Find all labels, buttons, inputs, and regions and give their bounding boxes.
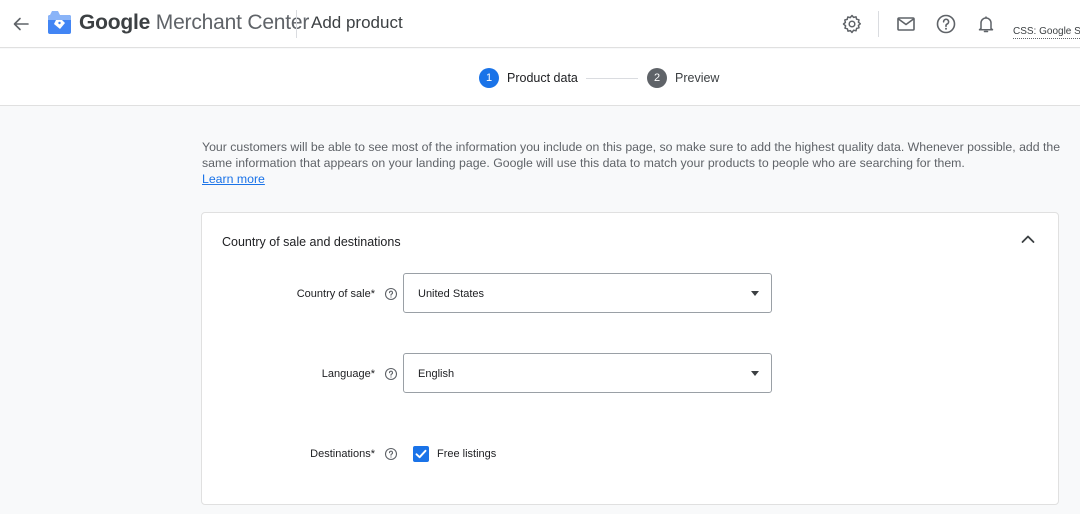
- language-label: Language*: [321, 368, 375, 380]
- gear-icon[interactable]: [840, 12, 864, 36]
- brand-product: Merchant Center: [155, 11, 310, 34]
- brand-google: Google: [79, 11, 151, 34]
- page-title: Add product: [311, 13, 403, 32]
- country-destinations-card: Country of sale and destinations Country…: [201, 212, 1059, 505]
- header-icon-separator: [878, 11, 879, 37]
- country-of-sale-select[interactable]: United States: [403, 273, 772, 313]
- language-value: English: [418, 368, 455, 380]
- stepper-connector: [586, 78, 638, 79]
- intro-text: Your customers will be able to see most …: [202, 139, 1062, 187]
- destinations-label: Destinations*: [310, 448, 375, 460]
- back-arrow-icon[interactable]: [11, 12, 31, 36]
- step-2-number[interactable]: 2: [647, 68, 667, 88]
- help-icon[interactable]: [934, 12, 958, 36]
- bell-icon[interactable]: [974, 12, 998, 36]
- header-divider: [296, 10, 297, 38]
- country-of-sale-label: Country of sale*: [296, 288, 375, 300]
- chevron-up-icon[interactable]: [1018, 229, 1038, 249]
- mail-icon[interactable]: [894, 12, 918, 36]
- country-of-sale-value: United States: [418, 288, 485, 300]
- brand-name: Google Merchant Center: [79, 10, 309, 36]
- free-listings-label[interactable]: Free listings: [437, 448, 496, 460]
- free-listings-checkbox[interactable]: [413, 446, 429, 462]
- top-app-bar: Google Merchant Center Add product CSS: …: [0, 0, 1080, 48]
- merchant-center-logo-icon[interactable]: [47, 10, 72, 35]
- dropdown-arrow-icon: [751, 291, 759, 296]
- stepper: 1 Product data 2 Preview: [0, 49, 1080, 106]
- step-1-number[interactable]: 1: [479, 68, 499, 88]
- country-help-icon[interactable]: [384, 287, 398, 301]
- language-select[interactable]: English: [403, 353, 772, 393]
- destinations-help-icon[interactable]: [384, 447, 398, 461]
- step-2-label[interactable]: Preview: [675, 71, 719, 85]
- section-title: Country of sale and destinations: [222, 235, 401, 249]
- intro-body: Your customers will be able to see most …: [202, 140, 1061, 170]
- dropdown-arrow-icon: [751, 371, 759, 376]
- language-help-icon[interactable]: [384, 367, 398, 381]
- checkmark-icon: [415, 449, 427, 459]
- step-1-label[interactable]: Product data: [507, 71, 578, 85]
- learn-more-link[interactable]: Learn more: [202, 172, 265, 186]
- account-switcher[interactable]: CSS: Google Sh: [1013, 26, 1080, 39]
